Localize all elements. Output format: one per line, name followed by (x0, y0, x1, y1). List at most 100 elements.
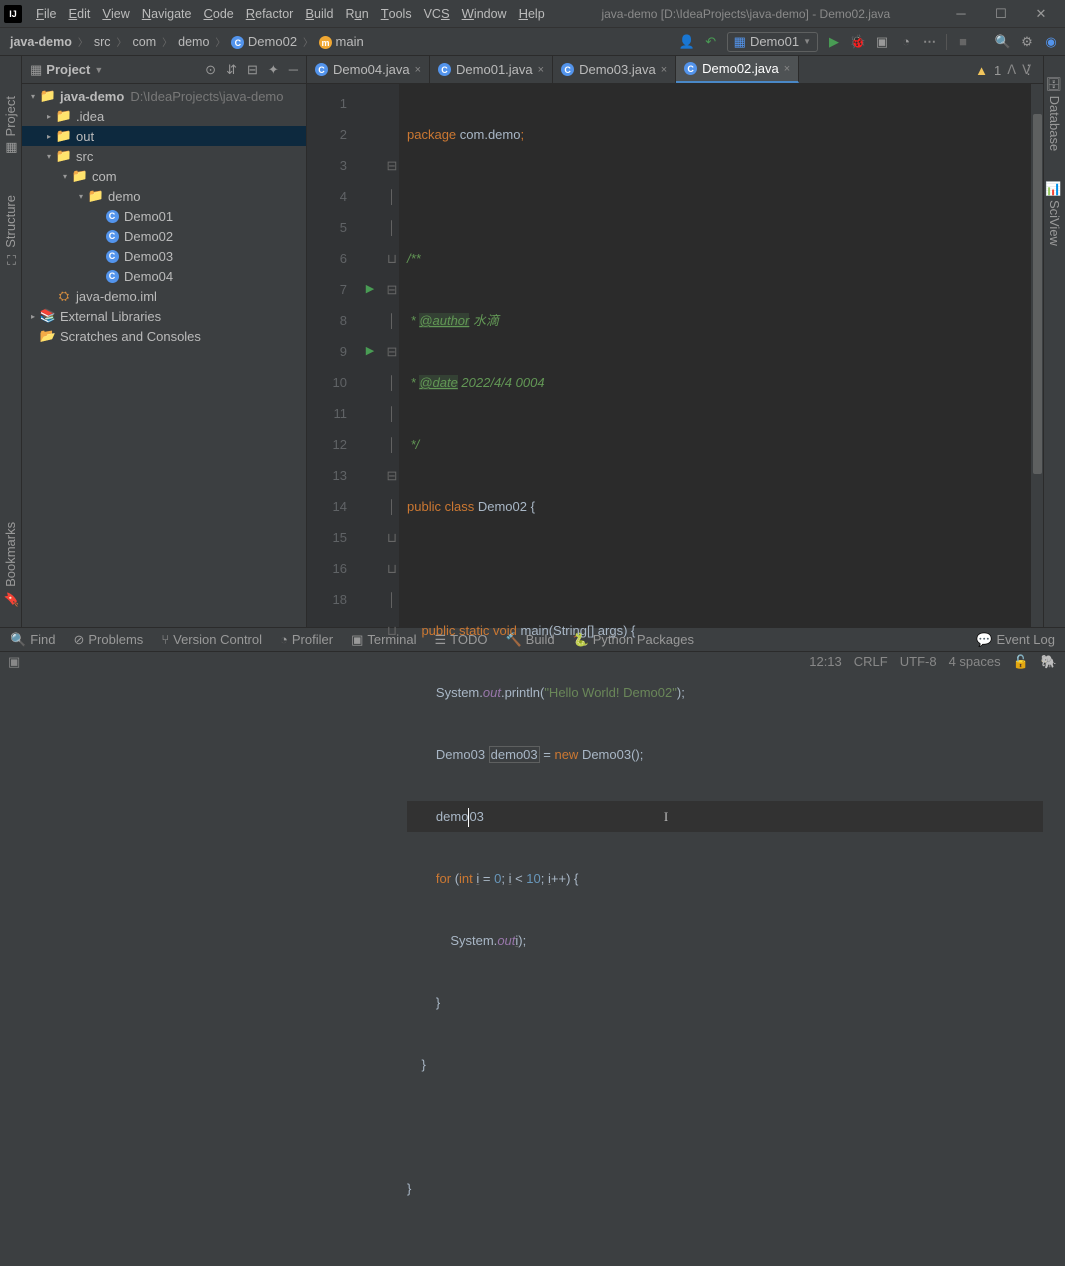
editor-area: CDemo04.java× CDemo01.java× CDemo03.java… (307, 56, 1043, 627)
chevron-right-icon: 〉 (213, 34, 227, 49)
expand-all-icon[interactable]: ⇵ (226, 62, 237, 78)
menu-vcs[interactable]: VCS (418, 6, 456, 21)
tree-node-out[interactable]: ▸ 📁out (22, 126, 306, 146)
settings-icon[interactable]: ✦ (268, 62, 279, 78)
menu-refactor[interactable]: Refactor (240, 6, 300, 21)
tree-node-demo[interactable]: ▾ 📁demo (22, 186, 306, 206)
inspect-icon[interactable]: ◉ (1043, 34, 1059, 50)
tree-node-com[interactable]: ▾ 📁com (22, 166, 306, 186)
panel-title[interactable]: Project (42, 62, 90, 77)
close-icon[interactable]: × (538, 64, 544, 76)
coverage-icon[interactable]: ▣ (874, 34, 890, 50)
problems-tool-button[interactable]: ⊘Problems (73, 632, 143, 648)
fold-gutter[interactable]: ⊟││⊔⊟│⊟│││⊟│⊔⊔│⊔ (385, 84, 399, 627)
menu-navigate[interactable]: Navigate (136, 6, 198, 21)
tree-node-scratches[interactable]: 📂Scratches and Consoles (22, 326, 306, 346)
breadcrumb-item[interactable]: m main (315, 34, 368, 50)
line-number-gutter[interactable]: 1234567891011121314151618 (307, 84, 355, 627)
tree-node-idea[interactable]: ▸ 📁.idea (22, 106, 306, 126)
structure-tool-button[interactable]: ⛶Structure (3, 195, 18, 265)
editor-tabs: CDemo04.java× CDemo01.java× CDemo03.java… (307, 56, 1043, 84)
close-button[interactable]: ✕ (1021, 0, 1061, 28)
close-icon[interactable]: × (661, 64, 667, 76)
right-tool-strip: 🗄 Database 📊 SciView (1043, 56, 1065, 627)
menu-file[interactable]: File (30, 6, 62, 21)
revert-icon[interactable]: ↶ (703, 34, 719, 50)
breadcrumb-item[interactable]: src (90, 35, 115, 49)
search-icon: 🔍 (10, 632, 26, 648)
left-tool-strip: ▦Project ⛶Structure 🔖Bookmarks (0, 56, 22, 627)
menu-build[interactable]: Build (299, 6, 339, 21)
run-gutter[interactable]: ▶ ▶ (355, 84, 385, 627)
chevron-right-icon: 〉 (160, 34, 174, 49)
menu-help[interactable]: Help (513, 6, 551, 21)
tree-node-class[interactable]: CDemo03 (22, 246, 306, 266)
tree-node-src[interactable]: ▾ 📁src (22, 146, 306, 166)
close-icon[interactable]: × (784, 63, 790, 75)
profile-icon[interactable]: ◔ (898, 34, 914, 50)
menu-run[interactable]: Run (339, 6, 374, 21)
breadcrumb-item[interactable]: com (129, 35, 161, 49)
tree-node-class[interactable]: CDemo01 (22, 206, 306, 226)
tab-demo04[interactable]: CDemo04.java× (307, 56, 430, 83)
menu-edit[interactable]: Edit (62, 6, 96, 21)
project-panel: ▦ Project ▼ ⊙ ⇵ ⊟ ✦ ─ ▾ 📁 java-demo D:\I… (22, 56, 307, 627)
collapse-all-icon[interactable]: ⊟ (247, 62, 258, 78)
run-configuration-select[interactable]: ▦ Demo01 ▼ (727, 32, 818, 52)
run-icon[interactable]: ▶ (826, 34, 842, 50)
stop-icon[interactable]: ■ (955, 34, 971, 50)
run-config-name: Demo01 (750, 34, 799, 49)
bookmarks-tool-button[interactable]: 🔖Bookmarks (3, 522, 18, 607)
tree-node-class[interactable]: CDemo02 (22, 226, 306, 246)
tab-demo02[interactable]: CDemo02.java× (676, 56, 799, 83)
text-cursor-icon: I (664, 809, 668, 824)
hide-icon[interactable]: ─ (289, 62, 298, 78)
editor[interactable]: 1234567891011121314151618 ▶ ▶ ⊟││⊔⊟│⊟│││… (307, 84, 1043, 627)
tree-node-class[interactable]: CDemo04 (22, 266, 306, 286)
breadcrumb-item[interactable]: java-demo (6, 35, 76, 49)
minimize-button[interactable]: ─ (941, 0, 981, 28)
inspection-widget[interactable]: ▲ 1 ᐱ ᐯ (975, 62, 1031, 78)
vcs-tool-button[interactable]: ⑂Version Control (161, 632, 262, 647)
project-panel-header: ▦ Project ▼ ⊙ ⇵ ⊟ ✦ ─ (22, 56, 306, 84)
tree-node-root[interactable]: ▾ 📁 java-demo D:\IdeaProjects\java-demo (22, 86, 306, 106)
chevron-down-icon[interactable]: ▼ (90, 65, 103, 75)
find-tool-button[interactable]: 🔍Find (10, 632, 55, 648)
tab-demo03[interactable]: CDemo03.java× (553, 56, 676, 83)
run-method-icon[interactable]: ▶ (355, 336, 385, 367)
next-highlight-icon[interactable]: ᐯ (1022, 62, 1031, 78)
project-tree[interactable]: ▾ 📁 java-demo D:\IdeaProjects\java-demo … (22, 84, 306, 627)
window-title: java-demo [D:\IdeaProjects\java-demo] - … (551, 7, 941, 21)
tree-node-iml[interactable]: ⛭java-demo.iml (22, 286, 306, 306)
menu-window[interactable]: Window (456, 6, 513, 21)
close-icon[interactable]: × (415, 64, 421, 76)
settings-icon[interactable]: ⚙ (1019, 34, 1035, 50)
toolwindow-toggle-icon[interactable]: ▣ (8, 654, 20, 670)
more-icon[interactable]: ⋯ (922, 34, 938, 50)
navigation-bar: java-demo 〉 src 〉 com 〉 demo 〉 C Demo02 … (0, 28, 1065, 56)
titlebar: IJ File Edit View Navigate Code Refactor… (0, 0, 1065, 28)
memory-icon[interactable]: 🐘 (1041, 654, 1057, 670)
chevron-right-icon: 〉 (301, 34, 315, 49)
chevron-right-icon: 〉 (76, 34, 90, 49)
menu-tools[interactable]: Tools (375, 6, 418, 21)
search-icon[interactable]: 🔍 (995, 34, 1011, 50)
sciview-tool-button[interactable]: 📊 SciView (1047, 181, 1062, 246)
database-tool-button[interactable]: 🗄 Database (1047, 76, 1062, 151)
breadcrumb-item[interactable]: C Demo02 (227, 34, 301, 50)
menu-code[interactable]: Code (197, 6, 239, 21)
prev-highlight-icon[interactable]: ᐱ (1007, 62, 1016, 78)
project-tool-button[interactable]: ▦Project (3, 96, 18, 155)
editor-scrollbar[interactable] (1031, 84, 1043, 627)
code-content[interactable]: package com.demo; /** * @author 水滴 * @da… (399, 84, 1043, 627)
menu-view[interactable]: View (96, 6, 135, 21)
profiler-tool-button[interactable]: ◔Profiler (280, 632, 333, 647)
add-user-icon[interactable]: 👤 (679, 34, 695, 50)
tree-node-extlib[interactable]: ▸📚External Libraries (22, 306, 306, 326)
run-class-icon[interactable]: ▶ (355, 274, 385, 305)
breadcrumb-item[interactable]: demo (174, 35, 213, 49)
tab-demo01[interactable]: CDemo01.java× (430, 56, 553, 83)
maximize-button[interactable]: ☐ (981, 0, 1021, 28)
select-opened-icon[interactable]: ⊙ (205, 62, 216, 78)
debug-icon[interactable]: 🐞 (850, 34, 866, 50)
